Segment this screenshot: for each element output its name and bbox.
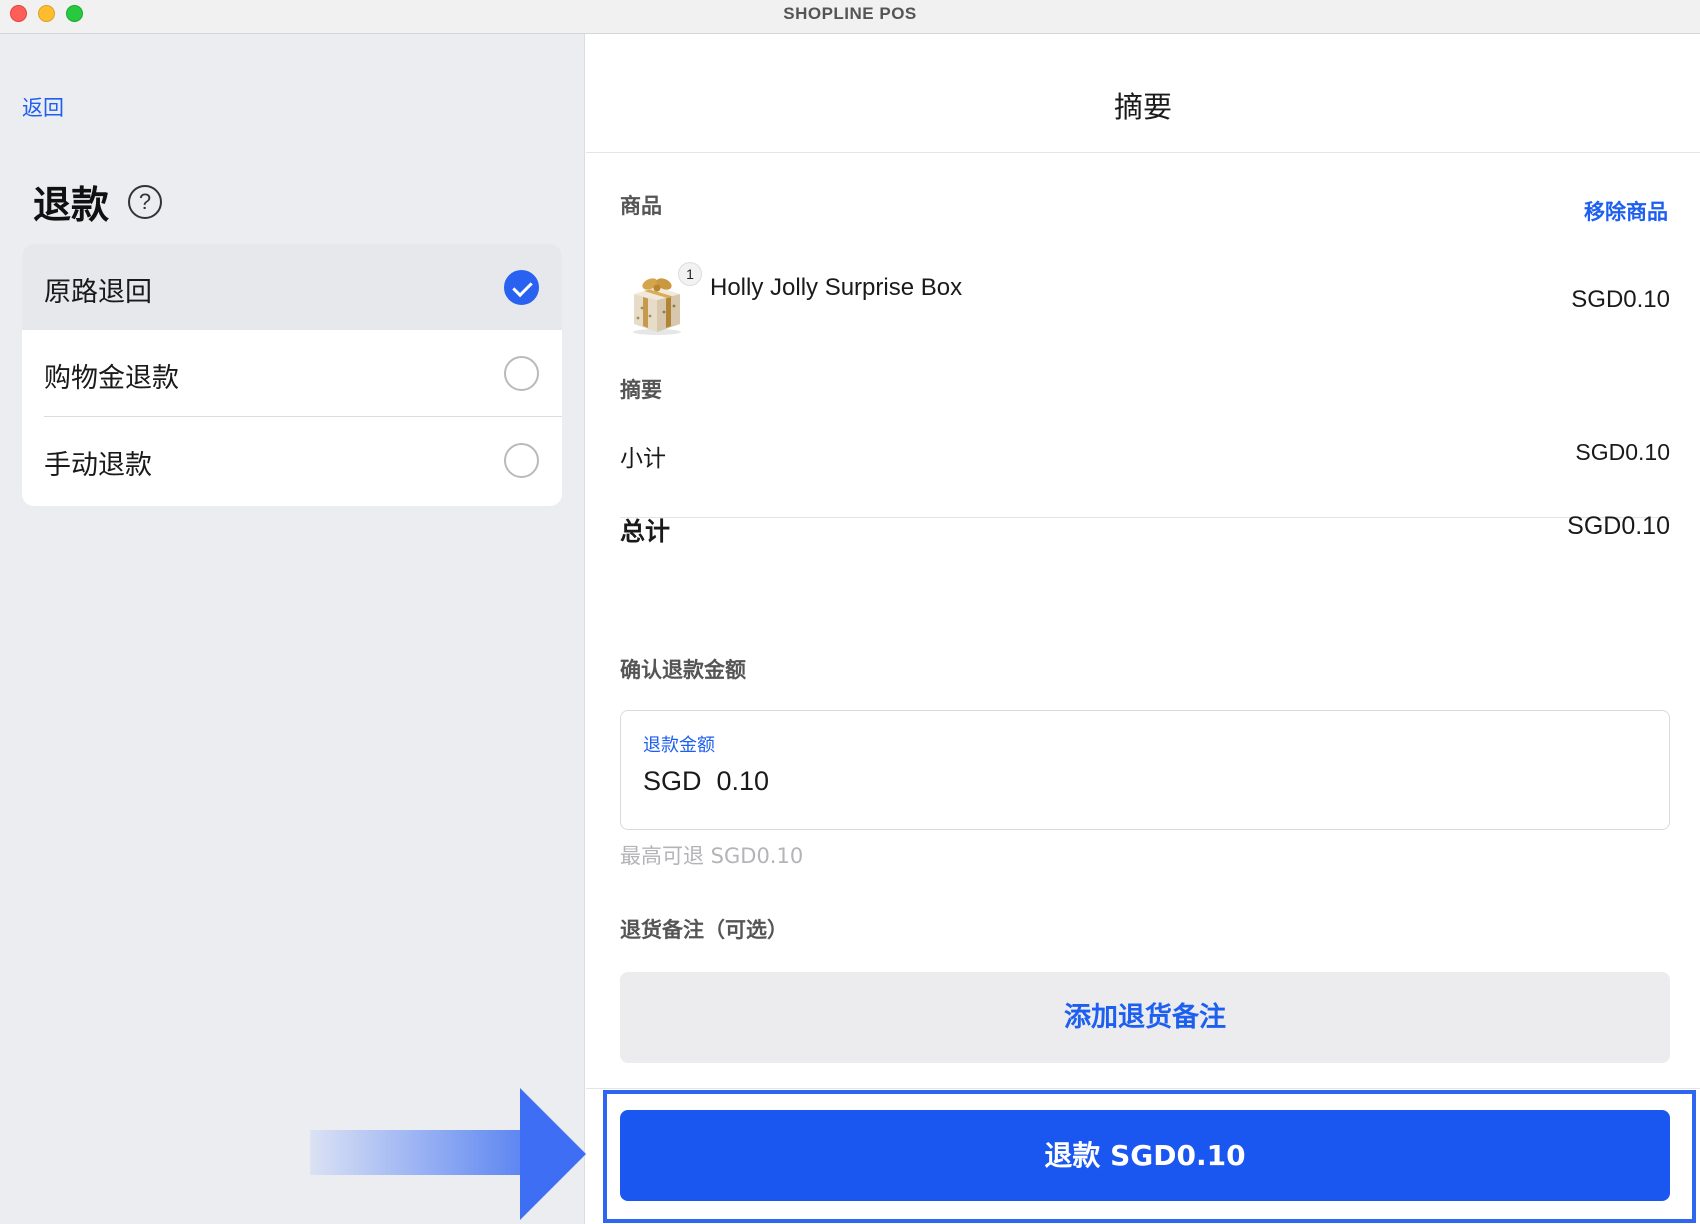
arrow-shaft bbox=[310, 1130, 522, 1175]
refund-option-store-credit[interactable]: 购物金退款 bbox=[22, 330, 562, 416]
refund-method-panel: 返回 退款 ? 原路退回 购物金退款 手动退款 bbox=[0, 34, 585, 1224]
total-value: SGD0.10 bbox=[1567, 512, 1670, 540]
refund-option-manual[interactable]: 手动退款 bbox=[22, 417, 562, 503]
refund-amount-field[interactable]: 退款金额 SGD 0.10 bbox=[620, 710, 1670, 830]
refund-amount-field-label: 退款金额 bbox=[643, 735, 715, 756]
max-refund-note: 最高可退 SGD0.10 bbox=[620, 844, 804, 868]
refund-option-original[interactable]: 原路退回 bbox=[22, 244, 562, 330]
refund-amount-input[interactable]: SGD 0.10 bbox=[643, 766, 769, 797]
refund-option-label: 手动退款 bbox=[44, 450, 152, 481]
quantity-badge: 1 bbox=[678, 262, 702, 286]
summary-header: 摘要 bbox=[586, 34, 1700, 153]
arrow-right-icon bbox=[520, 1088, 586, 1220]
return-note-label: 退货备注（可选） bbox=[620, 918, 788, 942]
total-label: 总计 bbox=[620, 517, 671, 546]
subtotal-label: 小计 bbox=[620, 446, 666, 472]
page-title: 退款 bbox=[33, 183, 110, 227]
app-title: SHOPLINE POS bbox=[783, 4, 917, 23]
product-price: SGD0.10 bbox=[1571, 286, 1670, 313]
products-section-label: 商品 bbox=[620, 194, 662, 218]
radio-unchecked-icon[interactable] bbox=[504, 443, 539, 478]
summary-panel: 摘要 商品 移除商品 1 Holly Jolly Surprise Box SG… bbox=[586, 34, 1700, 1224]
product-name: Holly Jolly Surprise Box bbox=[710, 274, 963, 301]
refund-button[interactable]: 退款 SGD0.10 bbox=[620, 1110, 1670, 1201]
add-return-note-button[interactable]: 添加退货备注 bbox=[620, 972, 1670, 1063]
radio-checked-icon[interactable] bbox=[504, 270, 539, 305]
refund-option-label: 原路退回 bbox=[44, 277, 152, 308]
subtotal-value: SGD0.10 bbox=[1575, 439, 1670, 465]
summary-section-label: 摘要 bbox=[620, 378, 662, 402]
divider bbox=[586, 1088, 1700, 1089]
window-title-bar: SHOPLINE POS bbox=[0, 0, 1700, 34]
back-link[interactable]: 返回 bbox=[22, 92, 64, 122]
refund-option-label: 购物金退款 bbox=[44, 363, 179, 394]
confirm-amount-label: 确认退款金额 bbox=[620, 658, 746, 682]
divider bbox=[620, 517, 1670, 518]
refund-method-list: 原路退回 购物金退款 手动退款 bbox=[22, 244, 562, 506]
help-icon[interactable]: ? bbox=[128, 185, 162, 219]
remove-items-link[interactable]: 移除商品 bbox=[1584, 196, 1668, 226]
summary-title: 摘要 bbox=[1113, 90, 1172, 124]
radio-unchecked-icon[interactable] bbox=[504, 356, 539, 391]
